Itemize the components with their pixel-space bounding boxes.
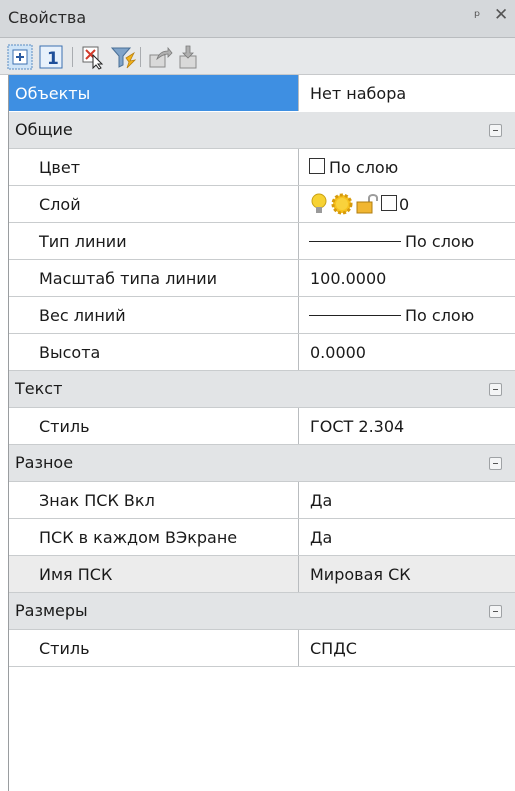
property-row-text-style[interactable]: Стиль ГОСТ 2.304 — [9, 408, 515, 445]
lightbulb-icon — [311, 193, 327, 213]
property-value: 0.0000 — [310, 343, 366, 362]
property-value: ГОСТ 2.304 — [310, 417, 405, 436]
line-sample — [309, 241, 401, 242]
property-value: По слою — [405, 232, 475, 251]
objects-dropdown[interactable]: Нет набора — [299, 75, 515, 111]
property-value: По слою — [405, 306, 475, 325]
property-row-linetype-scale[interactable]: Масштаб типа линии 100.0000 — [9, 260, 515, 297]
category-label: Текст — [15, 379, 63, 398]
collapse-icon[interactable] — [489, 605, 502, 618]
property-row-lineweight[interactable]: Вес линий По слою — [9, 297, 515, 334]
toolbar-separator — [72, 47, 73, 67]
category-general[interactable]: Общие — [9, 112, 515, 149]
properties-panel: Свойства ᵖ ✕ 1 Объекты Нет набора Общие … — [0, 0, 515, 791]
property-row-dim-style[interactable]: Стиль СПДС — [9, 630, 515, 667]
objects-row[interactable]: Объекты Нет набора — [9, 75, 515, 112]
property-row-ucs-per-viewport[interactable]: ПСК в каждом ВЭкране Да — [9, 519, 515, 556]
close-icon[interactable]: ✕ — [494, 5, 508, 25]
import-icon[interactable] — [176, 44, 202, 70]
color-swatch-icon — [381, 195, 397, 211]
property-name: ПСК в каждом ВЭкране — [39, 528, 238, 547]
property-name: Имя ПСК — [39, 565, 113, 584]
property-row-ucs-icon-on[interactable]: Знак ПСК Вкл Да — [9, 482, 515, 519]
property-value: Мировая СК — [310, 565, 411, 584]
property-row-ucs-name[interactable]: Имя ПСК Мировая СК — [9, 556, 515, 593]
toolbar-separator — [140, 47, 141, 67]
property-name: Стиль — [39, 639, 90, 658]
line-sample — [309, 315, 401, 316]
property-value: 100.0000 — [310, 269, 387, 288]
objects-label: Объекты — [15, 84, 91, 103]
one-object-icon[interactable]: 1 — [38, 44, 64, 70]
property-name: Тип линии — [39, 232, 127, 251]
property-row-linetype[interactable]: Тип линии По слою — [9, 223, 515, 260]
panel-title: Свойства — [8, 8, 87, 27]
svg-text:1: 1 — [47, 49, 59, 69]
category-label: Размеры — [15, 601, 88, 620]
collapse-icon[interactable] — [489, 383, 502, 396]
panel-toolbar: 1 — [0, 38, 515, 75]
color-swatch-icon — [309, 158, 325, 174]
select-objects-icon[interactable] — [80, 44, 106, 70]
category-misc[interactable]: Разное — [9, 445, 515, 482]
category-text[interactable]: Текст — [9, 371, 515, 408]
property-name: Слой — [39, 195, 81, 214]
collapse-icon[interactable] — [489, 124, 502, 137]
property-name: Высота — [39, 343, 101, 362]
property-row-layer[interactable]: Слой 0 — [9, 186, 515, 223]
property-row-height[interactable]: Высота 0.0000 — [9, 334, 515, 371]
property-name: Стиль — [39, 417, 90, 436]
category-label: Общие — [15, 120, 73, 139]
sun-icon — [331, 193, 353, 215]
category-dimensions[interactable]: Размеры — [9, 593, 515, 630]
objects-value: Нет набора — [310, 84, 407, 103]
property-value: Да — [310, 491, 333, 510]
property-value: По слою — [329, 158, 399, 177]
export-icon[interactable] — [147, 44, 173, 70]
property-name: Знак ПСК Вкл — [39, 491, 155, 510]
property-name: Вес линий — [39, 306, 126, 325]
panel-titlebar: Свойства ᵖ ✕ — [0, 0, 515, 38]
properties-grid: Объекты Нет набора Общие Цвет По слою Сл… — [8, 75, 515, 791]
collapse-icon[interactable] — [489, 457, 502, 470]
property-row-color[interactable]: Цвет По слою — [9, 149, 515, 186]
filter-icon[interactable] — [110, 44, 137, 70]
unlocked-padlock-icon — [356, 194, 378, 214]
property-value: 0 — [399, 195, 410, 214]
property-value: Да — [310, 528, 333, 547]
property-name: Масштаб типа линии — [39, 269, 218, 288]
property-name: Цвет — [39, 158, 81, 177]
property-value: СПДС — [310, 639, 357, 658]
quick-select-icon[interactable] — [7, 44, 33, 70]
category-label: Разное — [15, 453, 74, 472]
pin-icon[interactable]: ᵖ — [474, 7, 480, 25]
